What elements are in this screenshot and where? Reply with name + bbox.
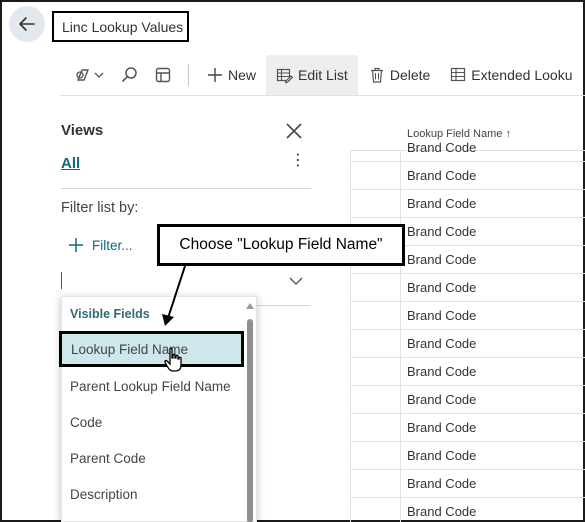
views-divider: [61, 188, 311, 189]
delete-button[interactable]: Delete: [358, 55, 440, 95]
lookup-field-name-cell: Brand Code: [407, 476, 477, 491]
close-icon: [286, 123, 302, 139]
field-input-cursor: [61, 272, 62, 289]
filter-list-label: Filter list by:: [61, 200, 139, 216]
table-row[interactable]: Brand Code: [350, 162, 585, 190]
lookup-field-name-cell: Brand Code: [407, 392, 477, 407]
dropdown-header: Visible Fields: [70, 307, 150, 321]
chevron-down-icon: [289, 277, 303, 285]
table-row[interactable]: Brand Code: [350, 358, 585, 386]
chevron-down-icon: [94, 70, 104, 80]
edit-list-button[interactable]: Edit List: [266, 55, 358, 95]
table-row[interactable]: Brand Code: [350, 498, 585, 522]
table-row[interactable]: Brand Code: [350, 330, 585, 358]
lookup-field-name-cell: Brand Code: [407, 336, 477, 351]
analysis-mode-button[interactable]: [148, 55, 178, 95]
table-row[interactable]: Brand Code: [350, 470, 585, 498]
lookup-field-name-cell: Brand Code: [407, 280, 477, 295]
lookup-field-name-cell: Brand Code: [407, 252, 477, 267]
arrow-left-icon: [19, 17, 35, 31]
annotation-arrow-icon: [162, 265, 186, 326]
dropdown-item[interactable]: Description: [62, 476, 244, 512]
lookup-field-name-cell: Brand Code: [407, 196, 477, 211]
hand-pointer-icon: [164, 347, 182, 372]
extended-lookup-icon: [450, 67, 467, 83]
page-title: Linc Lookup Values: [52, 11, 189, 42]
edit-list-icon: [276, 67, 294, 84]
lookup-field-name-cell: Brand Code: [407, 420, 477, 435]
lookup-field-name-cell: Brand Code: [407, 308, 477, 323]
table-row[interactable]: Brand Code: [350, 274, 585, 302]
field-dropdown-toggle[interactable]: [288, 274, 304, 292]
table-row[interactable]: Brand Code: [350, 386, 585, 414]
plus-icon: [207, 67, 223, 83]
extended-lookup-label: Extended Looku: [471, 67, 573, 83]
table-row[interactable]: Brand Code: [350, 414, 585, 442]
dropdown-item[interactable]: Parent Lookup Field Name: [62, 368, 244, 404]
more-options-icon[interactable]: ⋮: [290, 153, 306, 169]
table-row[interactable]: Brand Code: [350, 134, 585, 162]
delete-label: Delete: [389, 67, 431, 83]
actions-menu-button[interactable]: [60, 55, 112, 95]
lookup-field-name-cell: Brand Code: [407, 168, 477, 183]
lookup-field-name-cell: Brand Code: [407, 504, 477, 519]
toolbar-divider: [60, 95, 585, 96]
plus-icon: [68, 237, 84, 253]
lookup-field-name-cell: Brand Code: [407, 364, 477, 379]
lookup-field-name-cell: Brand Code: [407, 140, 477, 155]
extended-lookup-button[interactable]: Extended Looku: [440, 55, 573, 95]
automate-icon: [74, 66, 92, 84]
dropdown-item-selected[interactable]: Lookup Field Name: [59, 331, 244, 367]
table-row[interactable]: Brand Code: [350, 302, 585, 330]
table-row[interactable]: Brand Code: [350, 442, 585, 470]
add-filter-button[interactable]: Filter...: [68, 237, 133, 253]
lookup-field-name-cell: Brand Code: [407, 224, 477, 239]
search-icon: [121, 66, 139, 84]
column-divider: [400, 150, 401, 522]
action-toolbar: New Edit List Delete Extended Looku: [60, 55, 585, 95]
search-button[interactable]: [112, 55, 148, 95]
views-title: Views: [61, 122, 104, 139]
add-filter-label: Filter...: [92, 237, 133, 253]
edit-list-label: Edit List: [298, 67, 348, 83]
dropdown-item[interactable]: Code: [62, 404, 244, 440]
table-row[interactable]: Brand Code: [350, 190, 585, 218]
scroll-up-icon[interactable]: [246, 303, 254, 309]
back-button[interactable]: [9, 6, 45, 42]
lookup-field-name-cell: Brand Code: [407, 448, 477, 463]
toolbar-separator: [188, 64, 189, 86]
dropdown-item[interactable]: Parent Code: [62, 440, 244, 476]
view-all-link[interactable]: All: [61, 155, 80, 172]
annotation-callout: Choose "Lookup Field Name": [157, 224, 405, 266]
analysis-icon: [154, 66, 172, 84]
new-button-label: New: [228, 67, 257, 83]
dropdown-scrollbar[interactable]: [247, 319, 253, 522]
new-button[interactable]: New: [201, 55, 266, 95]
close-views-button[interactable]: [284, 121, 304, 141]
trash-icon: [370, 67, 384, 83]
